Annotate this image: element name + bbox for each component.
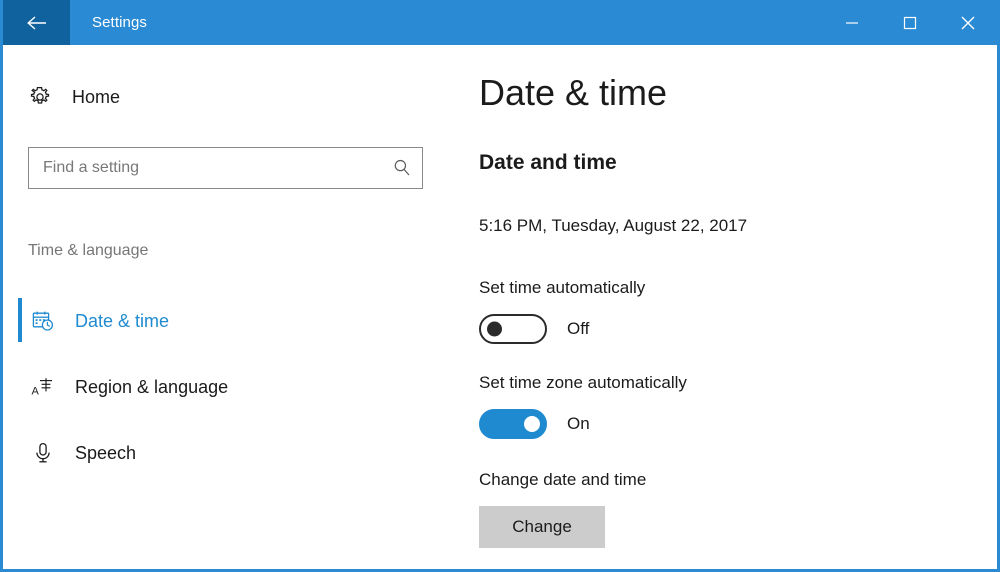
- minimize-icon: [845, 16, 859, 30]
- sidebar-item-label: Date & time: [75, 310, 170, 331]
- gear-icon: [25, 85, 55, 109]
- sidebar: Home Time & language: [3, 45, 463, 569]
- title-bar: Settings: [3, 0, 997, 45]
- change-date-and-time-label: Change date and time: [479, 470, 647, 489]
- language-icon: A: [28, 375, 58, 399]
- microphone-icon: [28, 441, 58, 465]
- sidebar-item-speech[interactable]: Speech: [3, 420, 463, 486]
- toggle-knob: [487, 321, 502, 337]
- sidebar-nav-list: Date & time A Region & language Speech: [3, 288, 463, 486]
- set-time-zone-automatically-row: On: [479, 409, 590, 439]
- maximize-icon: [903, 16, 917, 30]
- sidebar-home-label: Home: [72, 86, 121, 107]
- selection-accent-bar: [18, 430, 22, 474]
- window-title: Settings: [92, 14, 147, 31]
- set-time-zone-automatically-state: On: [567, 414, 590, 433]
- sidebar-section-title: Time & language: [28, 242, 149, 259]
- sidebar-item-label: Speech: [75, 442, 137, 463]
- set-time-automatically-label: Set time automatically: [479, 278, 646, 297]
- main-content: Date & time Date and time 5:16 PM, Tuesd…: [463, 45, 997, 569]
- set-time-automatically-toggle[interactable]: [479, 314, 547, 344]
- close-button[interactable]: [939, 0, 997, 45]
- back-button[interactable]: [3, 0, 70, 45]
- maximize-button[interactable]: [881, 0, 939, 45]
- window-controls: [823, 0, 997, 45]
- set-time-automatically-row: Off: [479, 314, 589, 344]
- sidebar-item-home[interactable]: Home: [25, 80, 120, 114]
- close-icon: [960, 15, 976, 31]
- current-datetime: 5:16 PM, Tuesday, August 22, 2017: [479, 216, 748, 235]
- search-box[interactable]: [28, 147, 423, 189]
- set-time-zone-automatically-toggle[interactable]: [479, 409, 547, 439]
- back-arrow-icon: [25, 14, 49, 32]
- section-heading: Date and time: [479, 151, 617, 174]
- calendar-clock-icon: [28, 309, 58, 333]
- toggle-knob: [524, 416, 540, 432]
- minimize-button[interactable]: [823, 0, 881, 45]
- settings-window: Settings Home Find a setting Time & lang…: [0, 0, 1000, 572]
- selection-accent-bar: [18, 298, 22, 342]
- selection-accent-bar: [18, 364, 22, 408]
- search-input[interactable]: [29, 148, 382, 188]
- search-icon[interactable]: [382, 158, 422, 178]
- window-body: Home Time & language: [3, 45, 997, 569]
- page-title: Date & time: [479, 72, 668, 113]
- svg-text:A: A: [32, 386, 40, 398]
- sidebar-item-date-time[interactable]: Date & time: [3, 288, 463, 354]
- set-time-zone-automatically-label: Set time zone automatically: [479, 373, 687, 392]
- sidebar-item-label: Region & language: [75, 376, 229, 397]
- sidebar-item-region-language[interactable]: A Region & language: [3, 354, 463, 420]
- change-button[interactable]: Change: [479, 506, 605, 548]
- set-time-automatically-state: Off: [567, 319, 590, 338]
